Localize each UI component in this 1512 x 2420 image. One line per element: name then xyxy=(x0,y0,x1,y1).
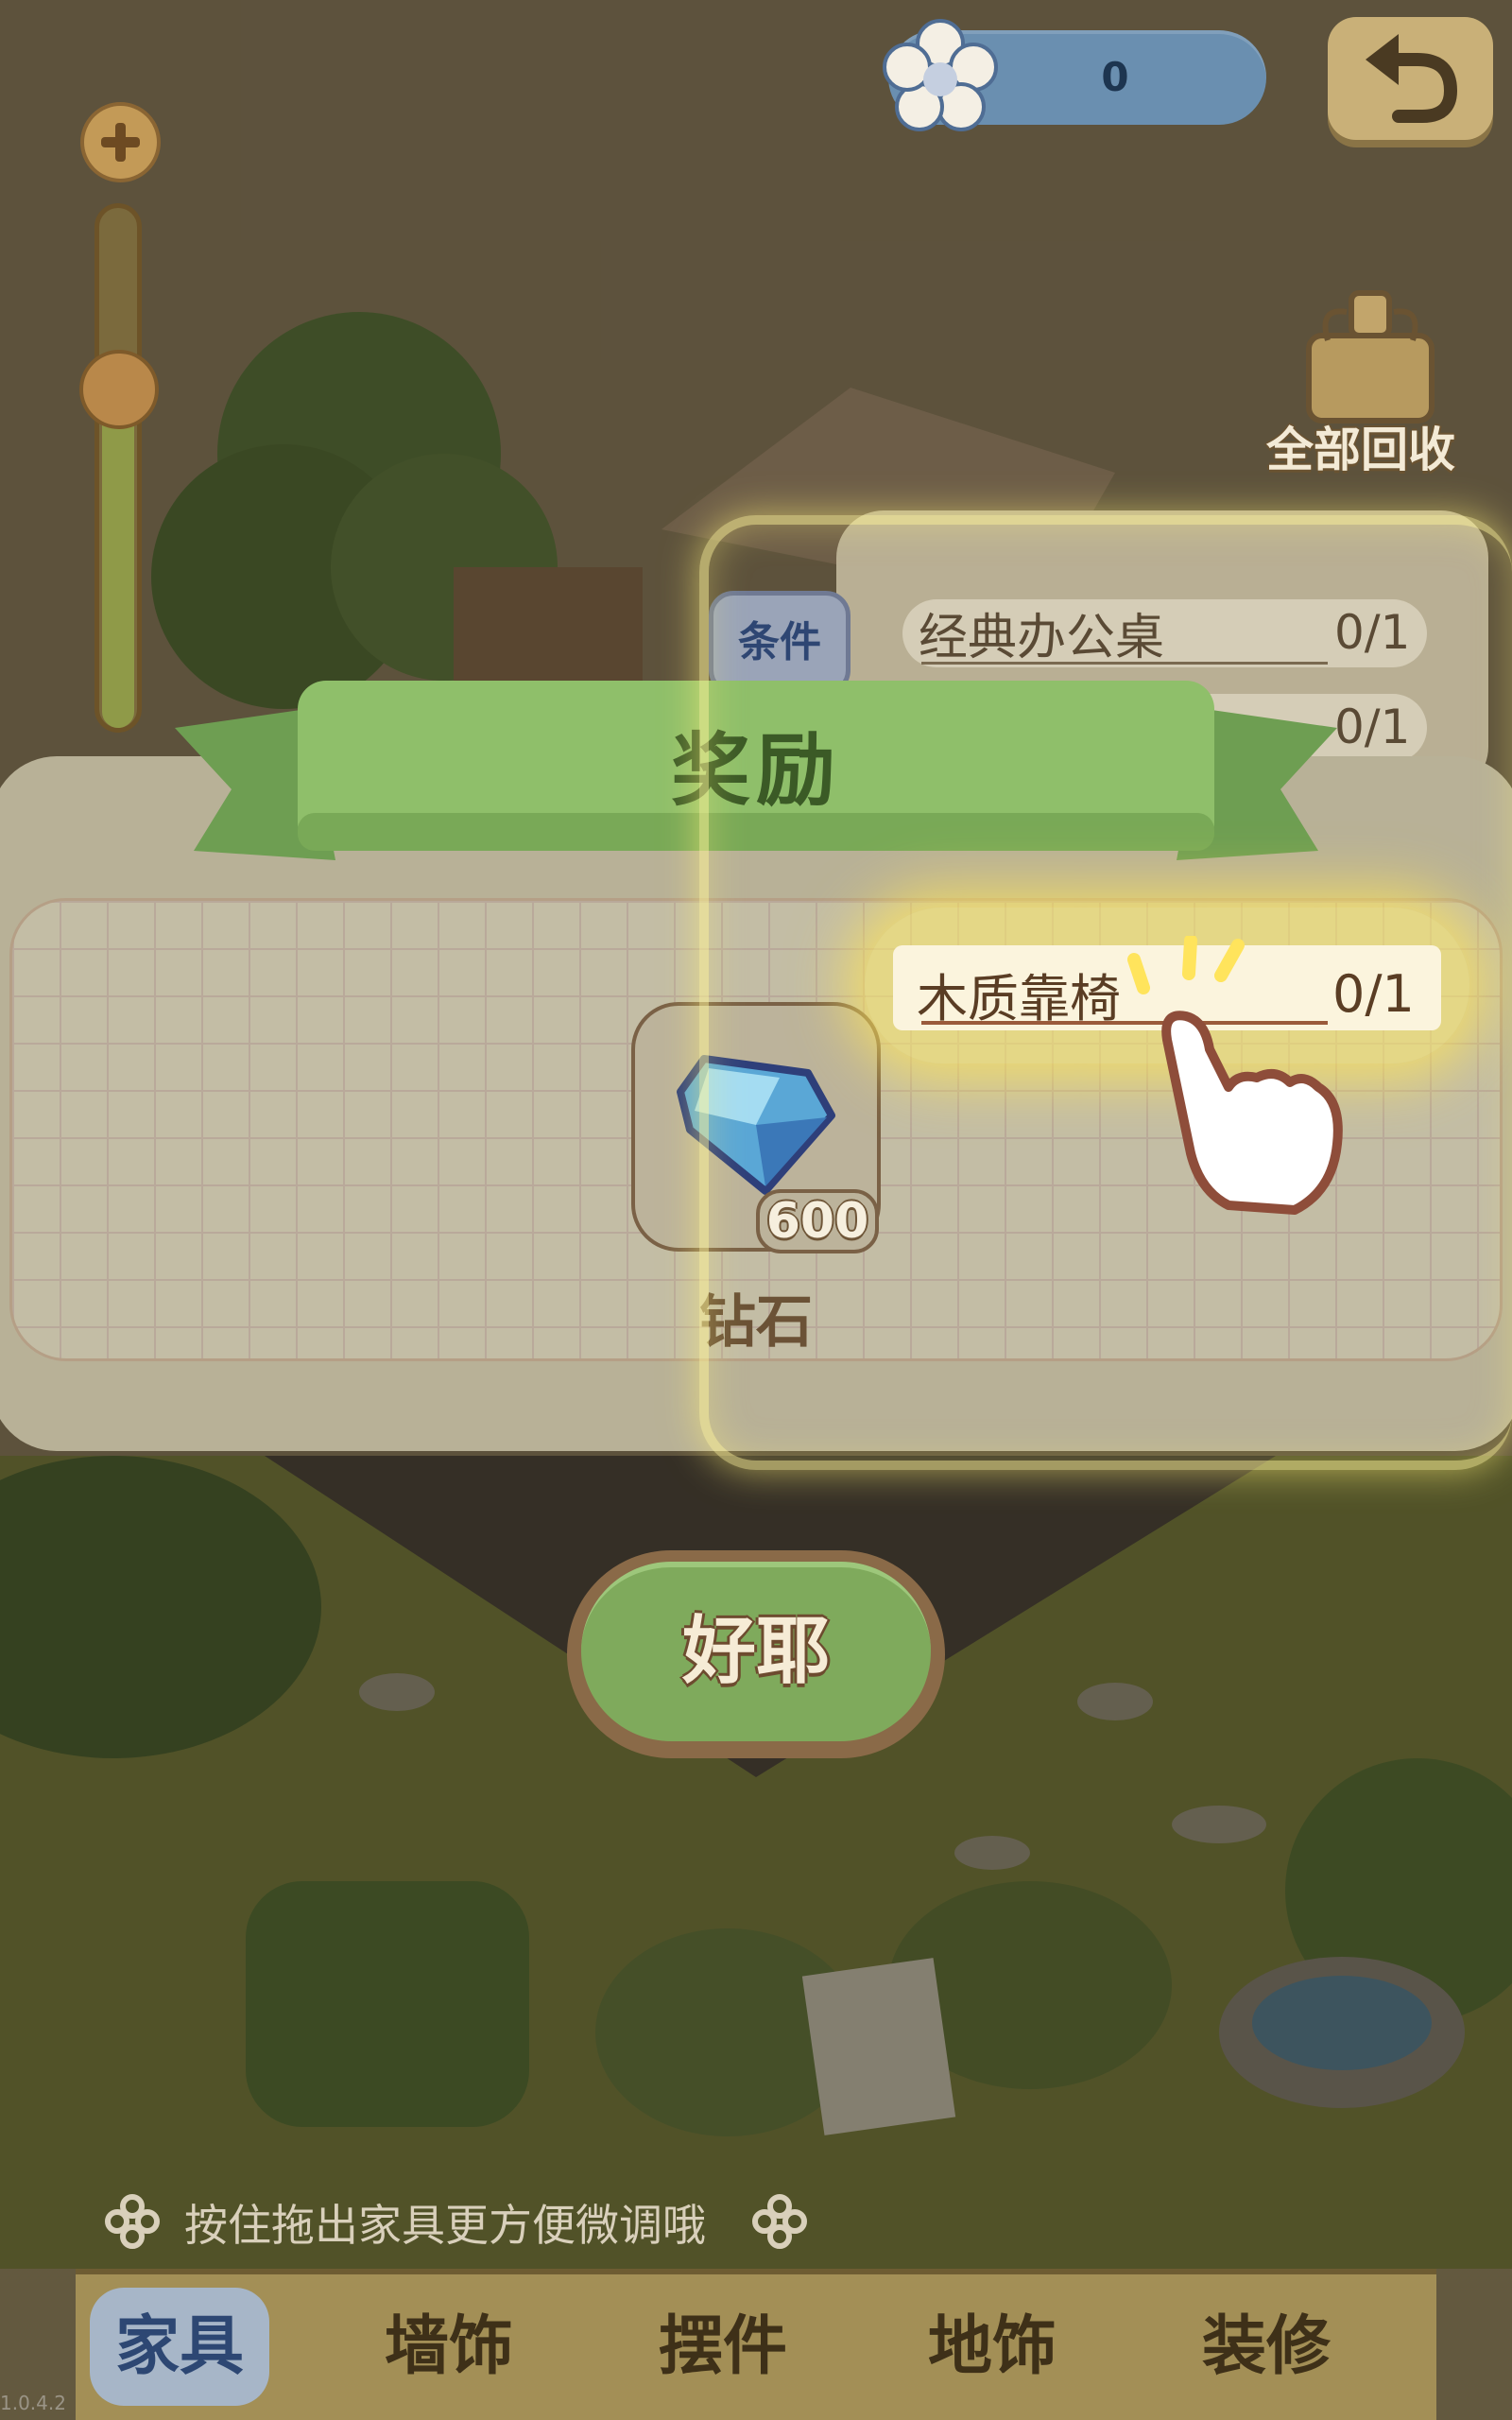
tutorial-hand-icon xyxy=(1127,936,1343,1215)
plus-icon xyxy=(101,123,140,162)
tab-renovation[interactable]: 装修 xyxy=(1172,2288,1361,2406)
tab-wall-decor[interactable]: 墙饰 xyxy=(354,2288,543,2406)
clover-icon xyxy=(105,2194,160,2249)
zoom-slider-fill xyxy=(102,388,134,728)
drag-hint-text: 按住拖出家具更方便微调哦 xyxy=(184,2200,706,2251)
tab-furniture[interactable]: 家具 xyxy=(90,2288,269,2406)
clover-icon xyxy=(752,2194,807,2249)
tab-floor-decor[interactable]: 地饰 xyxy=(898,2288,1087,2406)
zoom-slider-knob[interactable] xyxy=(79,350,159,429)
undo-arrow-icon xyxy=(1366,34,1458,123)
back-button[interactable] xyxy=(1328,17,1493,140)
tab-ornaments[interactable]: 摆件 xyxy=(628,2288,817,2406)
recycle-bag-icon[interactable] xyxy=(1290,284,1451,425)
recycle-all-label[interactable]: 全部回收 xyxy=(1266,412,1493,480)
currency-value: 0 xyxy=(1101,54,1129,100)
confirm-button-label[interactable]: 好耶 xyxy=(567,1550,945,1754)
version-label: 1.0.4.2 xyxy=(0,2392,66,2414)
flower-icon xyxy=(883,19,998,131)
zoom-in-button[interactable] xyxy=(80,102,161,182)
